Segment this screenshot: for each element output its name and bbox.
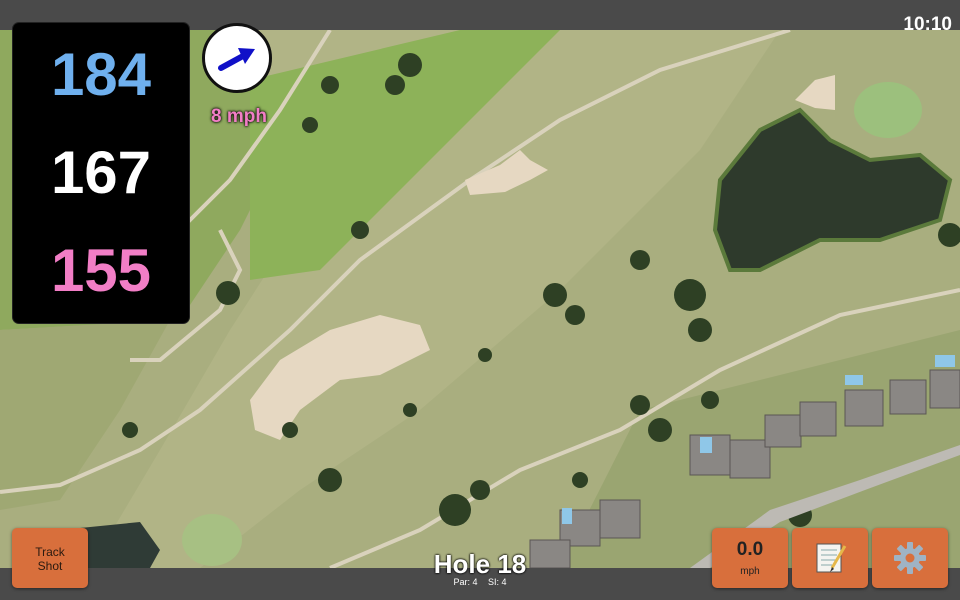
wind-speed: 8 mph bbox=[211, 106, 267, 127]
speed-button[interactable]: 0.0 mph bbox=[712, 528, 788, 588]
notepad-icon bbox=[816, 543, 847, 573]
notes-button[interactable] bbox=[792, 528, 868, 588]
hole-par: Par: 4 bbox=[453, 577, 478, 587]
hole-si: SI: 4 bbox=[488, 577, 507, 587]
speed-value: 0.0 bbox=[736, 539, 764, 560]
middle-distance: 167 bbox=[50, 139, 152, 206]
settings-button[interactable] bbox=[872, 528, 948, 588]
wind-direction-indicator bbox=[202, 23, 272, 93]
distance-panel: 184 167 155 bbox=[12, 22, 190, 324]
back-distance: 184 bbox=[50, 41, 152, 108]
arrow-right-icon bbox=[218, 48, 255, 71]
front-distance: 155 bbox=[50, 237, 152, 304]
hole-title: Hole 18 bbox=[433, 549, 527, 579]
gear-icon bbox=[894, 542, 926, 574]
speed-unit: mph bbox=[740, 566, 760, 577]
track-shot-label: Track Shot bbox=[35, 545, 65, 573]
track-shot-button[interactable]: Track Shot bbox=[12, 528, 88, 588]
hole-info: Par: 4 SI: 4 bbox=[420, 577, 540, 587]
